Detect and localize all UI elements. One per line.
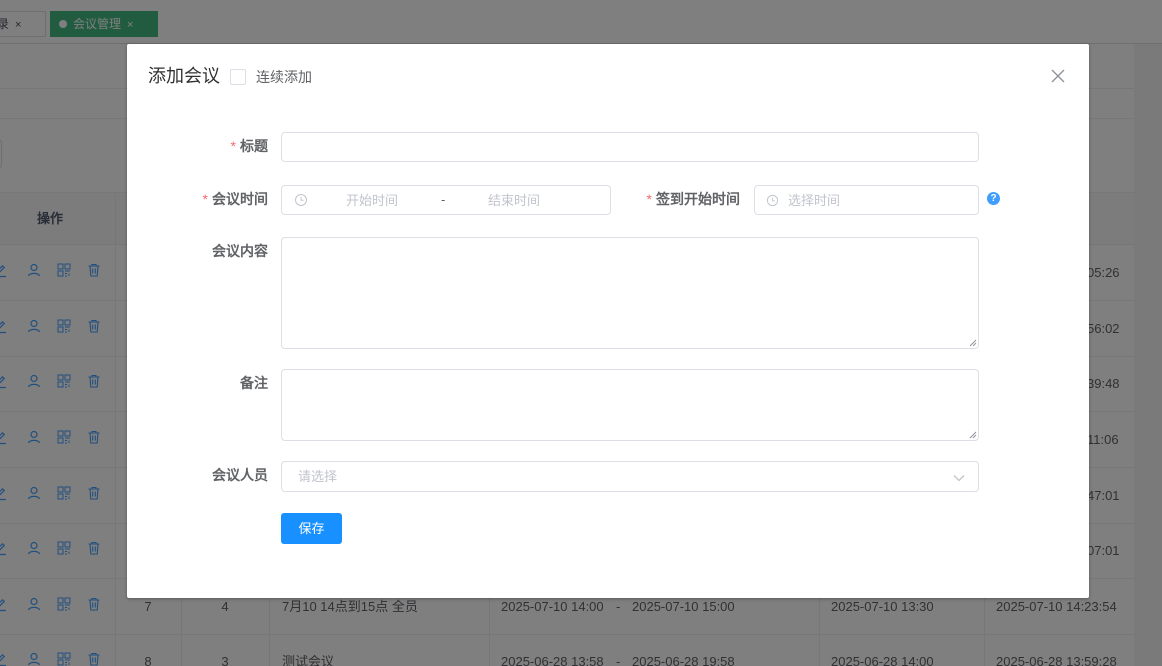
dialog-title: 添加会议 [148, 66, 220, 86]
signin-time-placeholder: 选择时间 [788, 193, 841, 208]
continuous-add-label: 连续添加 [256, 69, 312, 85]
add-meeting-dialog: 添加会议 连续添加 * 标题 * 会议时间 开始时间 - 结束时间 * 签到开始时间 … [127, 44, 1089, 598]
members-label: 会议人员 [212, 467, 268, 483]
start-time-input[interactable]: 开始时间 [346, 193, 398, 209]
required-mark: * [202, 191, 208, 207]
clock-icon [295, 194, 307, 206]
question-icon[interactable]: ? [987, 192, 1000, 205]
meeting-time-range-picker[interactable]: 开始时间 - 结束时间 [281, 185, 611, 215]
resize-handle-icon[interactable] [969, 339, 977, 347]
title-label: * 标题 [230, 138, 268, 154]
end-time-input[interactable]: 结束时间 [488, 193, 540, 209]
continuous-add-checkbox[interactable] [230, 69, 246, 85]
content-label: 会议内容 [212, 243, 268, 259]
save-button[interactable]: 保存 [281, 513, 342, 544]
signin-time-picker[interactable]: 选择时间 [754, 185, 979, 215]
members-placeholder: 请选择 [298, 469, 338, 484]
resize-handle-icon[interactable] [969, 431, 977, 439]
required-mark: * [646, 191, 652, 207]
clock-icon [766, 194, 779, 207]
close-icon[interactable] [1049, 67, 1067, 85]
required-mark: * [230, 138, 236, 154]
range-separator: - [441, 192, 446, 207]
title-input[interactable] [281, 132, 979, 162]
meeting-time-label: * 会议时间 [202, 191, 268, 207]
content-textarea[interactable] [281, 237, 979, 349]
remark-label: 备注 [240, 375, 268, 391]
remark-textarea[interactable] [281, 369, 979, 441]
chevron-down-icon[interactable] [952, 472, 966, 484]
members-select[interactable]: 请选择 [281, 461, 979, 492]
signin-time-label: * 签到开始时间 [646, 191, 740, 207]
